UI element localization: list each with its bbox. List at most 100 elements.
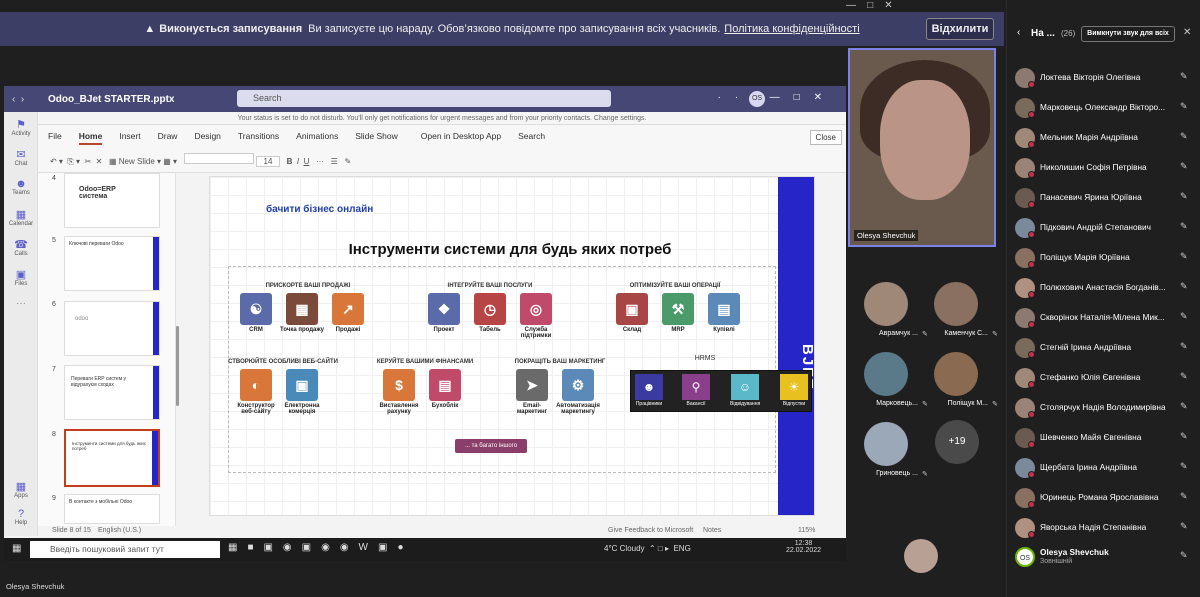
- participant-name: Мельник Марія Андріївна: [1040, 132, 1138, 142]
- hrms-strip: ☻ Працівники ⚲ Вакансії ☺ Відвідування ☀ Від…: [630, 370, 812, 412]
- section-websites: СТВОРЮЙТЕ ОСОБЛИВІ ВЕБ-САЙТИ: [228, 359, 338, 365]
- ppt-status-bar: Slide 8 of 15 English (U.S.) Give Feedba…: [38, 526, 846, 538]
- mic-off-icon[interactable]: ✎: [1180, 491, 1188, 502]
- participant-row[interactable]: Стегній Ірина Андріївна ✎: [1015, 338, 1195, 358]
- tab-animations[interactable]: Animations: [296, 131, 338, 145]
- recording-text: Ви записуєте цю нараду. Обов’язково пові…: [308, 23, 721, 35]
- rail-activity[interactable]: ⚑ Activity: [4, 118, 38, 137]
- rail-help[interactable]: ? Help: [4, 508, 38, 526]
- participant-row[interactable]: Николишин Софія Петрівна ✎: [1015, 158, 1195, 178]
- participant-row[interactable]: Стефанко Юлія Євгенівна ✎: [1015, 368, 1195, 388]
- rail-calls[interactable]: ☎ Calls: [4, 238, 38, 257]
- mic-off-icon[interactable]: ✎: [1180, 251, 1188, 262]
- participant-row[interactable]: Щербата Ірина Андріївна ✎: [1015, 458, 1195, 478]
- tab-draw[interactable]: Draw: [158, 131, 178, 145]
- keyboard-lang[interactable]: ENG: [673, 544, 690, 553]
- slide-thumb-8-selected[interactable]: Інструменти системи для будь яких потреб: [64, 429, 160, 487]
- slide-canvas[interactable]: BJET бачити бізнес онлайн Інструменти си…: [209, 176, 815, 516]
- window-controls[interactable]: — □ ✕: [846, 0, 1004, 11]
- participant-row[interactable]: Мельник Марія Андріївна ✎: [1015, 128, 1195, 148]
- mic-off-icon[interactable]: ✎: [1180, 341, 1188, 352]
- ppt-titlebar: ‹ › Odoo_BJet STARTER.pptx Search OS ···…: [4, 86, 846, 112]
- lifebuoy-icon: ◎: [520, 293, 552, 325]
- participant-name: Локтева Вікторія Олегівна: [1040, 72, 1141, 82]
- rail-chat[interactable]: ✉ Chat: [4, 148, 38, 167]
- open-desktop-app[interactable]: Open in Desktop App: [421, 131, 501, 145]
- ppt-search-input[interactable]: Search: [237, 90, 611, 107]
- app-mrp: ⚒ MRP: [654, 293, 702, 333]
- participant-row[interactable]: Шевченко Майя Євгенівна ✎: [1015, 428, 1195, 448]
- presenter-video[interactable]: Olesya Shevchuk: [848, 48, 996, 247]
- close-button[interactable]: Close: [809, 130, 842, 145]
- participant-row[interactable]: Скворінок Наталія-Мілена Мик... ✎: [1015, 308, 1195, 328]
- participant-row[interactable]: Панасевич Ярина Юріївна ✎: [1015, 188, 1195, 208]
- tab-transitions[interactable]: Transitions: [238, 131, 279, 145]
- tab-home[interactable]: Home: [78, 131, 103, 145]
- mic-off-icon[interactable]: ✎: [1180, 521, 1188, 532]
- ribbon-search[interactable]: Search: [518, 131, 545, 145]
- participant-row[interactable]: Локтева Вікторія Олегівна ✎: [1015, 68, 1195, 88]
- ppt-window-controls[interactable]: ···—□✕: [718, 92, 836, 103]
- participant-row[interactable]: Марковець Олександр Вікторо... ✎: [1015, 98, 1195, 118]
- rail-files[interactable]: ▣ Files: [4, 268, 38, 287]
- close-icon[interactable]: ✕: [1183, 27, 1191, 38]
- slide-thumb-5[interactable]: Ключові переваги Odoo: [64, 236, 160, 291]
- mic-off-icon[interactable]: ✎: [1180, 461, 1188, 472]
- participant-row[interactable]: Столярчук Надія Володимирівна ✎: [1015, 398, 1195, 418]
- mic-off-icon[interactable]: ✎: [1180, 221, 1188, 232]
- zoom-level[interactable]: 115%: [798, 527, 815, 534]
- dnd-status-icon: [1028, 321, 1035, 328]
- feedback-link[interactable]: Give Feedback to Microsoft: [608, 527, 693, 534]
- self-video-avatar[interactable]: [904, 539, 938, 573]
- ribbon-toolbar[interactable]: ↶ ▾ ⎘ ▾ ✂ ✕ ▦ New Slide ▾ ▦ ▾ 14 B I U ·…: [50, 153, 351, 167]
- taskbar-search[interactable]: Введіть пошуковий запит тут: [30, 541, 220, 558]
- self-participant[interactable]: OS Olesya Shevchuk Зовнішній ✎: [1015, 547, 1195, 567]
- font-size-select[interactable]: 14: [255, 156, 280, 167]
- mic-off-icon[interactable]: ✎: [1180, 101, 1188, 112]
- more-icon[interactable]: ···: [4, 298, 38, 309]
- slide-thumb-7[interactable]: Переваги ERP систем у відурахуєм сходах: [64, 365, 160, 420]
- mic-off-icon[interactable]: ✎: [1180, 71, 1188, 82]
- thumbnail-scrollbar[interactable]: [176, 326, 179, 406]
- windows-start-icon[interactable]: ▦: [12, 543, 21, 554]
- rail-calendar[interactable]: ▦ Calendar: [4, 208, 38, 227]
- slide-thumb-6[interactable]: odoo: [64, 301, 160, 356]
- participant-row[interactable]: Поліщук Марія Юріївна ✎: [1015, 248, 1195, 268]
- participant-name: Скворінок Наталія-Мілена Мик...: [1040, 312, 1165, 322]
- participant-row[interactable]: Полюхович Анастасія Богданів... ✎: [1015, 278, 1195, 298]
- taskbar-apps[interactable]: ▦■▣◉▣◉◉W▣●: [228, 542, 414, 553]
- mic-off-icon[interactable]: ✎: [1180, 131, 1188, 142]
- font-name-select[interactable]: [183, 153, 254, 164]
- privacy-link[interactable]: Політика конфіденційності: [724, 23, 859, 35]
- mic-off-icon[interactable]: ✎: [1180, 191, 1188, 202]
- participant-row[interactable]: Юринець Романа Ярославівна ✎: [1015, 488, 1195, 508]
- mic-off-icon[interactable]: ✎: [1180, 161, 1188, 172]
- mic-off-icon[interactable]: ✎: [1180, 311, 1188, 322]
- dnd-status-icon: [1028, 471, 1035, 478]
- slide-thumb-4[interactable]: Odoo=ERP система: [64, 173, 160, 228]
- mic-off-icon[interactable]: ✎: [1180, 401, 1188, 412]
- mute-all-button[interactable]: Вимкнути звук для всіх: [1081, 26, 1175, 42]
- chevron-left-icon[interactable]: ‹: [1017, 27, 1020, 38]
- mic-off-icon[interactable]: ✎: [1180, 431, 1188, 442]
- notes-button[interactable]: Notes: [703, 527, 721, 534]
- tab-design[interactable]: Design: [194, 131, 220, 145]
- rail-teams[interactable]: ☻ Teams: [4, 178, 38, 196]
- slide-thumb-9[interactable]: В контакте з мобільні Odoo: [64, 494, 160, 524]
- app-website-builder: ◐ Конструктор веб-сайту: [232, 369, 280, 415]
- back-forward-icon[interactable]: ‹ ›: [12, 94, 42, 105]
- dismiss-button[interactable]: Відхилити: [926, 18, 994, 40]
- mic-off-icon: ✎: [992, 331, 998, 338]
- more-participants[interactable]: +19: [935, 420, 979, 464]
- mic-off-icon[interactable]: ✎: [1180, 281, 1188, 292]
- app-invoicing: $ Виставлення рахунку: [375, 369, 423, 415]
- new-slide-button[interactable]: New Slide: [119, 157, 155, 166]
- mic-off-icon[interactable]: ✎: [1180, 371, 1188, 382]
- tab-slide-show[interactable]: Slide Show: [355, 131, 398, 145]
- teams-icon: ☻: [15, 178, 27, 190]
- rail-apps[interactable]: ▦ Apps: [4, 480, 38, 499]
- tab-insert[interactable]: Insert: [119, 131, 140, 145]
- tab-file[interactable]: File: [48, 131, 62, 145]
- participant-row[interactable]: Підкович Андрій Степанович ✎: [1015, 218, 1195, 238]
- participant-row[interactable]: Яворська Надія Степанівна ✎: [1015, 518, 1195, 538]
